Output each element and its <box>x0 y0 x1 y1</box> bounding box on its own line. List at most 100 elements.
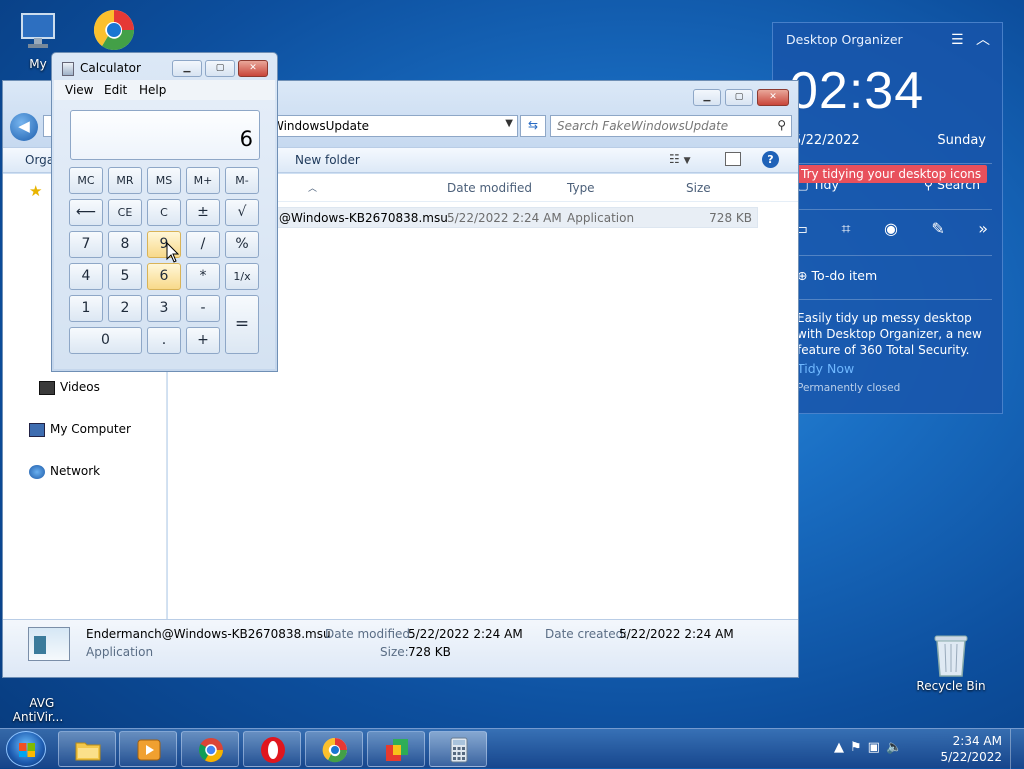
taskbar-opera[interactable] <box>243 731 301 767</box>
file-size: 728 KB <box>709 211 752 225</box>
organizer-date: 5/22/2022 <box>793 133 860 148</box>
network-icon[interactable]: ▣ <box>868 740 886 755</box>
menu-help[interactable]: Help <box>139 83 166 97</box>
desktop-icon-recycle-bin[interactable]: Recycle Bin <box>914 632 988 693</box>
preview-pane-icon[interactable] <box>725 152 741 166</box>
back-button[interactable]: ◀ <box>10 113 38 141</box>
organizer-toolbar: ▭ ⌗ ◉ ✎ » <box>793 219 988 239</box>
file-type: Application <box>567 211 635 225</box>
maximize-button[interactable]: ▢ <box>205 60 235 77</box>
recycle-bin-icon <box>929 632 973 677</box>
chevron-up-icon[interactable]: ︿ <box>976 32 990 48</box>
tidy-now-link[interactable]: Tidy Now <box>797 361 854 376</box>
tray-date[interactable]: 5/22/2022 <box>940 750 1002 764</box>
details-date-created: 5/22/2022 2:24 AM <box>619 627 734 641</box>
double-chevron-right-icon[interactable]: » <box>978 219 988 239</box>
nav-item-videos[interactable]: Videos <box>39 380 100 395</box>
key-percent[interactable]: % <box>225 231 259 258</box>
key-7[interactable]: 7 <box>69 231 103 258</box>
key-reciprocal[interactable]: 1/x <box>225 263 259 290</box>
key-5[interactable]: 5 <box>108 263 142 290</box>
key-m-minus[interactable]: M- <box>225 167 259 194</box>
tidy-tip-badge[interactable]: Try tidying your desktop icons <box>795 165 988 183</box>
key-plus-minus[interactable]: ± <box>186 199 220 226</box>
search-input[interactable]: Search FakeWindowsUpdate ⚲ <box>550 115 792 137</box>
key-4[interactable]: 4 <box>69 263 103 290</box>
key-1[interactable]: 1 <box>69 295 103 322</box>
taskbar-360-browser[interactable] <box>305 731 363 767</box>
key-subtract[interactable]: - <box>186 295 220 322</box>
action-center-flag-icon[interactable]: ⚑ <box>850 740 868 755</box>
taskbar-media-player[interactable] <box>119 731 177 767</box>
column-type[interactable]: Type <box>567 181 595 195</box>
organizer-day: Sunday <box>937 133 986 148</box>
taskbar-explorer[interactable] <box>58 731 116 767</box>
details-date-created-label: Date created: <box>545 627 628 641</box>
taskbar-calculator[interactable] <box>429 731 487 767</box>
key-mr[interactable]: MR <box>108 167 142 194</box>
crop-icon[interactable]: ⌗ <box>842 219 851 239</box>
mouse-pointer-icon <box>166 242 180 263</box>
menu-icon[interactable]: ☰ <box>951 32 964 48</box>
close-button[interactable]: ✕ <box>757 89 789 106</box>
chevron-down-icon: ▼ <box>683 156 691 166</box>
nav-item-network[interactable]: Network <box>29 464 100 479</box>
volume-icon[interactable]: 🔈 <box>886 740 908 755</box>
show-desktop-button[interactable] <box>1010 729 1024 769</box>
key-8[interactable]: 8 <box>108 231 142 258</box>
browser-shield-icon <box>92 8 136 52</box>
refresh-button[interactable]: ⇆ <box>520 115 546 137</box>
address-text: WindowsUpdate <box>272 119 370 133</box>
views-button[interactable]: ☷ ▼ <box>669 152 691 166</box>
column-size[interactable]: Size <box>686 181 711 195</box>
note-icon[interactable]: ✎ <box>931 219 944 239</box>
key-m-plus[interactable]: M+ <box>186 167 220 194</box>
key-add[interactable]: + <box>186 327 220 354</box>
start-button[interactable] <box>6 731 46 767</box>
close-button[interactable]: ✕ <box>238 60 268 77</box>
key-c[interactable]: C <box>147 199 181 226</box>
key-mc[interactable]: MC <box>69 167 103 194</box>
details-date-modified-label: Date modified: <box>325 627 415 641</box>
desktop-icon-avg[interactable]: AVG AntiVir... <box>6 682 70 724</box>
nav-item-my-computer[interactable]: My Computer <box>29 422 131 437</box>
tray-time[interactable]: 2:34 AM <box>953 734 1002 748</box>
key-equals[interactable]: = <box>225 295 259 354</box>
favorites-star-icon[interactable]: ★ <box>29 182 42 200</box>
key-2[interactable]: 2 <box>108 295 142 322</box>
key-sqrt[interactable]: √ <box>225 199 259 226</box>
new-folder-button[interactable]: New folder <box>295 153 360 167</box>
network-icon <box>29 464 45 479</box>
column-date-modified[interactable]: Date modified <box>447 181 532 195</box>
help-icon[interactable]: ? <box>762 151 779 168</box>
menu-edit[interactable]: Edit <box>104 83 127 97</box>
todo-item[interactable]: ⊕ To-do item <box>797 268 877 283</box>
organize-button[interactable]: Orga <box>25 153 54 167</box>
minimize-button[interactable]: ▁ <box>172 60 202 77</box>
computer-icon <box>16 10 60 54</box>
key-decimal[interactable]: . <box>147 327 181 354</box>
desktop-icon-360-browser[interactable] <box>82 8 146 55</box>
minimize-button[interactable]: ▁ <box>693 89 721 106</box>
key-3[interactable]: 3 <box>147 295 181 322</box>
key-backspace[interactable]: ⟵ <box>69 199 103 226</box>
show-hidden-icons-icon[interactable]: ▲ <box>834 740 850 755</box>
details-type: Application <box>86 645 154 659</box>
eye-icon[interactable]: ◉ <box>884 219 898 239</box>
add-circle-icon: ⊕ <box>797 268 812 283</box>
desktop-icon-label: My <box>29 57 47 71</box>
chevron-down-icon[interactable]: ▼ <box>505 118 513 129</box>
taskbar-chrome[interactable] <box>181 731 239 767</box>
key-ce[interactable]: CE <box>108 199 142 226</box>
key-divide[interactable]: / <box>186 231 220 258</box>
key-multiply[interactable]: * <box>186 263 220 290</box>
taskbar-app-squares[interactable] <box>367 731 425 767</box>
menu-view[interactable]: View <box>65 83 93 97</box>
key-ms[interactable]: MS <box>147 167 181 194</box>
system-tray: ▲⚑▣🔈 2:34 AM 5/22/2022 <box>834 729 1024 769</box>
permanently-closed-link[interactable]: Permanently closed <box>797 382 900 394</box>
table-row[interactable]: @Windows-KB2670838.msu 5/22/2022 2:24 AM… <box>273 207 758 228</box>
key-0[interactable]: 0 <box>69 327 142 354</box>
maximize-button[interactable]: ▢ <box>725 89 753 106</box>
key-6[interactable]: 6 <box>147 263 181 290</box>
